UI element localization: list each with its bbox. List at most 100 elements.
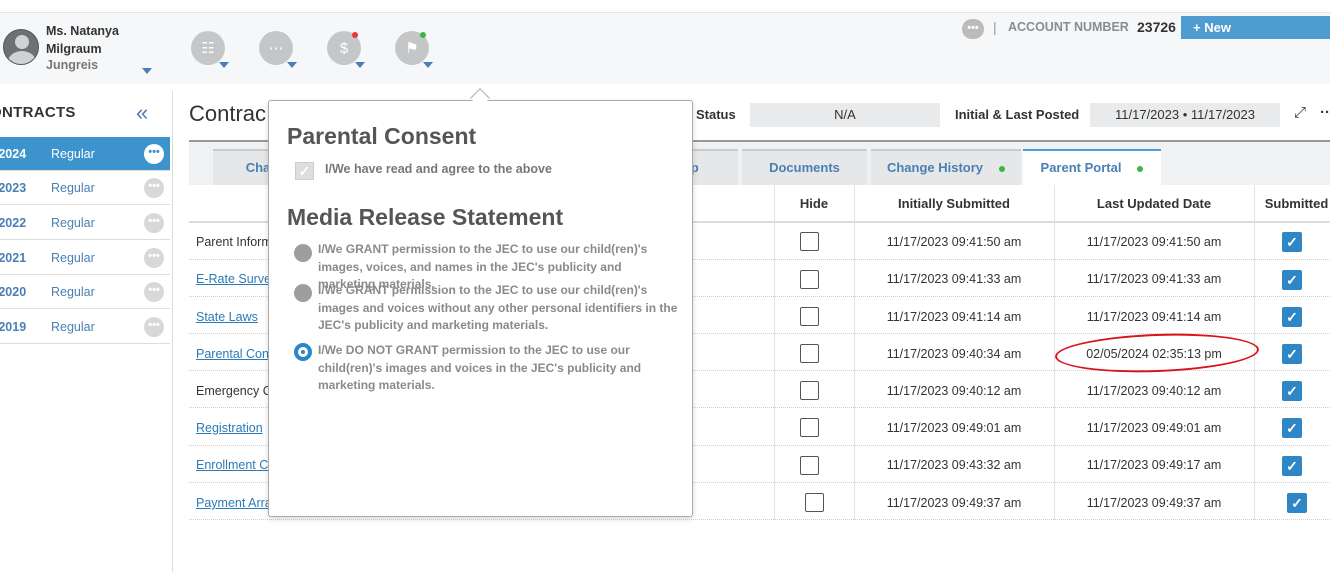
sidebar-item-2021[interactable]: S2021 Regular ••• bbox=[0, 241, 170, 275]
hide-checkbox[interactable] bbox=[800, 456, 819, 475]
invoice-icon[interactable]: $ bbox=[327, 31, 365, 68]
page-title: Contrac bbox=[189, 101, 267, 126]
profile-name-line3: Jungreis bbox=[46, 58, 99, 72]
sidebar-item-2019[interactable]: S2019 Regular ••• bbox=[0, 310, 170, 344]
sidebar-item-2024[interactable]: S2024 Regular ••• bbox=[0, 137, 170, 171]
media-option-radio-selected[interactable] bbox=[294, 343, 312, 361]
tab-label: Parent Portal bbox=[1040, 160, 1122, 175]
chevron-down-icon[interactable] bbox=[423, 62, 433, 68]
submitted-checkbox[interactable]: ✓ bbox=[1282, 344, 1302, 364]
notification-dot bbox=[352, 32, 358, 38]
tab-label: Documents bbox=[769, 160, 840, 175]
chevron-down-icon[interactable] bbox=[219, 62, 229, 68]
submitted-checkbox[interactable]: ✓ bbox=[1282, 418, 1302, 438]
sidebar-item-2023[interactable]: S2023 Regular ••• bbox=[0, 171, 170, 205]
more-icon[interactable]: ••• bbox=[144, 144, 164, 164]
submitted-checkbox[interactable]: ✓ bbox=[1282, 456, 1302, 476]
hide-checkbox[interactable] bbox=[805, 493, 824, 512]
profile-name[interactable]: Ms. Natanya Milgraum bbox=[46, 22, 119, 58]
form-link[interactable]: Registration bbox=[196, 421, 263, 435]
account-number-label: ACCOUNT NUMBER bbox=[1008, 20, 1129, 34]
id-card-icon[interactable]: ☷ bbox=[191, 31, 229, 68]
contract-type: Regular bbox=[51, 251, 95, 265]
more-options-button[interactable]: ••• bbox=[962, 19, 984, 39]
column-header-initially-submitted[interactable]: Initially Submitted bbox=[854, 196, 1054, 211]
form-link[interactable]: Enrollment C bbox=[196, 458, 268, 472]
chat-bubble-icon[interactable]: ⋯ bbox=[259, 31, 297, 68]
form-name: Emergency C bbox=[196, 384, 272, 398]
updated-date: 11/17/2023 09:41:33 am bbox=[1086, 272, 1222, 286]
hide-checkbox[interactable] bbox=[800, 381, 819, 400]
submitted-checkbox[interactable]: ✓ bbox=[1282, 307, 1302, 327]
updated-date: 11/17/2023 09:40:12 am bbox=[1086, 384, 1222, 398]
new-button[interactable]: + New bbox=[1181, 16, 1330, 39]
contract-year: S2022 bbox=[0, 216, 27, 230]
media-option-radio[interactable] bbox=[294, 244, 312, 262]
contract-type: Regular bbox=[51, 147, 95, 161]
status-dot bbox=[999, 165, 1006, 172]
initial-date: 11/17/2023 09:49:01 am bbox=[886, 421, 1022, 435]
more-icon[interactable]: ·· bbox=[1320, 104, 1330, 121]
media-option-text: I/We DO NOT GRANT permission to the JEC … bbox=[318, 343, 642, 392]
sidebar-title: ONTRACTS bbox=[0, 104, 76, 121]
contract-type: Regular bbox=[51, 285, 95, 299]
contract-year: S2020 bbox=[0, 285, 27, 299]
more-icon[interactable]: ••• bbox=[144, 282, 164, 302]
media-option-radio[interactable] bbox=[294, 284, 312, 302]
updated-date: 11/17/2023 09:41:14 am bbox=[1086, 310, 1222, 324]
sidebar-item-2022[interactable]: S2022 Regular ••• bbox=[0, 206, 170, 240]
form-link[interactable]: State Laws bbox=[196, 310, 258, 324]
hide-checkbox[interactable] bbox=[800, 307, 819, 326]
form-link[interactable]: E-Rate Survey bbox=[196, 272, 277, 286]
initial-date: 11/17/2023 09:43:32 am bbox=[886, 458, 1022, 472]
initial-last-posted-label: Initial & Last Posted bbox=[955, 107, 1080, 122]
submitted-checkbox[interactable]: ✓ bbox=[1282, 270, 1302, 290]
expand-icon[interactable]: ⤢ bbox=[1294, 104, 1306, 121]
more-icon[interactable]: ••• bbox=[144, 213, 164, 233]
contract-year: S2023 bbox=[0, 181, 27, 195]
more-icon[interactable]: ••• bbox=[144, 248, 164, 268]
initial-date: 11/17/2023 09:40:12 am bbox=[886, 384, 1022, 398]
status-dot bbox=[1137, 165, 1144, 172]
submitted-checkbox[interactable]: ✓ bbox=[1282, 381, 1302, 401]
sidebar-item-2020[interactable]: S2020 Regular ••• bbox=[0, 275, 170, 309]
initial-date: 11/17/2023 09:41:50 am bbox=[886, 235, 1022, 249]
contract-type: Regular bbox=[51, 320, 95, 334]
chevron-down-icon[interactable] bbox=[355, 62, 365, 68]
chevron-down-icon[interactable] bbox=[287, 62, 297, 68]
media-option-text: I/We GRANT permission to the JEC to use … bbox=[318, 283, 678, 332]
hide-checkbox[interactable] bbox=[800, 344, 819, 363]
tab-label: Cha bbox=[245, 160, 271, 175]
column-header-last-updated[interactable]: Last Updated Date bbox=[1054, 196, 1254, 211]
initial-last-posted-value: 11/17/2023 • 11/17/2023 bbox=[1090, 103, 1280, 127]
more-icon[interactable]: ••• bbox=[144, 178, 164, 198]
divider bbox=[172, 91, 173, 572]
avatar[interactable] bbox=[3, 29, 39, 65]
initial-date: 11/17/2023 09:41:14 am bbox=[886, 310, 1022, 324]
updated-date: 11/17/2023 09:49:17 am bbox=[1086, 458, 1222, 472]
chevron-down-icon[interactable] bbox=[142, 68, 152, 74]
profile-name-line1: Ms. Natanya bbox=[46, 24, 119, 38]
tab-change-history[interactable]: Change History bbox=[871, 149, 1021, 185]
tab-documents[interactable]: Documents bbox=[742, 149, 867, 185]
status-label: Status bbox=[696, 107, 736, 122]
initial-date: 11/17/2023 09:40:34 am bbox=[886, 347, 1022, 361]
tab-label: Change History bbox=[886, 160, 984, 175]
form-link[interactable]: Parental Con bbox=[196, 347, 269, 361]
contract-year: S2024 bbox=[0, 147, 27, 161]
consent-checkbox[interactable]: ✓ bbox=[295, 162, 314, 180]
column-header-submitted[interactable]: Submitted bbox=[1254, 196, 1330, 211]
column-header-hide[interactable]: Hide bbox=[774, 196, 854, 211]
submitted-checkbox[interactable]: ✓ bbox=[1282, 232, 1302, 252]
more-icon[interactable]: ••• bbox=[144, 317, 164, 337]
collapse-sidebar-icon[interactable]: « bbox=[136, 100, 148, 126]
hide-checkbox[interactable] bbox=[800, 232, 819, 251]
hide-checkbox[interactable] bbox=[800, 418, 819, 437]
tab-parent-portal[interactable]: Parent Portal bbox=[1023, 149, 1161, 185]
form-link[interactable]: Payment Arra bbox=[196, 496, 272, 510]
flag-icon[interactable]: ⚑ bbox=[395, 31, 433, 68]
hide-checkbox[interactable] bbox=[800, 270, 819, 289]
submitted-checkbox[interactable]: ✓ bbox=[1287, 493, 1307, 513]
consent-checkbox-label: I/We have read and agree to the above bbox=[325, 162, 552, 176]
popover-title: Parental Consent bbox=[287, 123, 477, 149]
